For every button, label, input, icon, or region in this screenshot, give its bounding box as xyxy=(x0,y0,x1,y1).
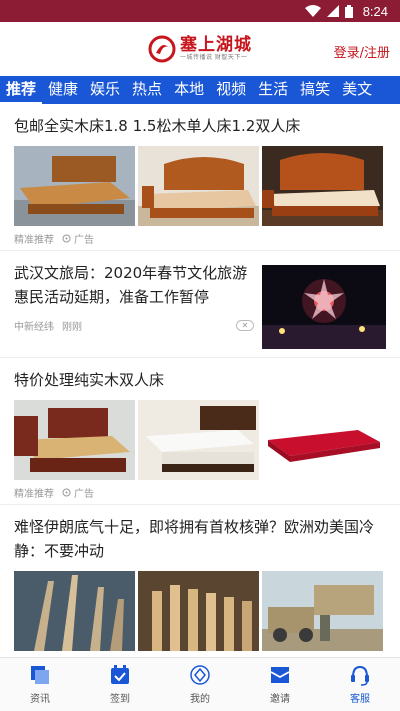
nav-invite[interactable]: 邀请 xyxy=(240,658,320,711)
battery-icon xyxy=(344,4,353,18)
login-register-link[interactable]: 登录/注册 xyxy=(334,42,390,61)
dismiss-icon[interactable]: ✕ xyxy=(236,319,254,331)
bed-thumbnail xyxy=(138,146,259,226)
feed-item-title: 包邮全实木床1.8 1.5松木单人床1.2双人床 xyxy=(14,117,301,135)
ad-icon xyxy=(62,234,71,242)
military-vehicle-thumbnail xyxy=(262,571,383,651)
ad-icon xyxy=(62,488,71,496)
bed-thumbnail xyxy=(14,146,135,226)
festival-thumbnail xyxy=(262,265,386,349)
app-logo: 塞上湖城 一城传播说 财智天下一 xyxy=(148,35,252,63)
category-tabs: 推荐 健康 娱乐 热点 本地 视频 生活 搞笑 美文 xyxy=(0,76,400,104)
missile-thumbnail xyxy=(14,571,135,651)
feed-item-source: 中新经纬 xyxy=(14,321,54,333)
tab-life[interactable]: 生活 xyxy=(252,76,294,104)
profile-icon xyxy=(190,665,210,685)
nav-checkin-label: 签到 xyxy=(110,694,130,705)
tab-essay[interactable]: 美文 xyxy=(336,76,378,104)
wifi-icon xyxy=(304,5,321,17)
tab-hot[interactable]: 热点 xyxy=(126,76,168,104)
app-header: 塞上湖城 一城传播说 财智天下一 登录/注册 xyxy=(0,22,400,76)
news-icon xyxy=(31,666,49,684)
feed-item-title: 武汉文旅局：2020年春节文化旅游惠民活动延期，准备工作暂停 xyxy=(14,264,248,306)
feed-item-source: 精准推荐 xyxy=(14,234,54,246)
calendar-check-icon xyxy=(111,665,129,684)
mattress-thumbnail xyxy=(138,400,259,480)
logo-title: 塞上湖城 xyxy=(180,35,252,55)
invite-icon xyxy=(270,667,290,683)
nav-profile[interactable]: 我的 xyxy=(160,658,240,711)
nav-news-label: 资讯 xyxy=(30,694,50,705)
mattress-thumbnail xyxy=(262,400,383,480)
feed-item-news-wuhan[interactable]: 武汉文旅局：2020年春节文化旅游惠民活动延期，准备工作暂停 中新经纬 刚刚 ✕ xyxy=(0,251,400,358)
feed-item-source: 精准推荐 xyxy=(14,488,54,500)
headset-icon xyxy=(351,665,369,686)
tab-entertainment[interactable]: 娱乐 xyxy=(84,76,126,104)
logo-mark-icon xyxy=(148,35,176,63)
status-time: 8:24 xyxy=(362,3,388,19)
nav-checkin[interactable]: 签到 xyxy=(80,658,160,711)
feed-item-time: 刚刚 xyxy=(62,321,82,333)
nav-service[interactable]: 客服 xyxy=(320,658,400,711)
feed-item-ad-bed[interactable]: 包邮全实木床1.8 1.5松木单人床1.2双人床 精准推荐 广告 xyxy=(0,104,400,251)
bed-thumbnail xyxy=(14,400,135,480)
feed-item-news-iran[interactable]: 难怪伊朗底气十足，即将拥有首枚核弹？欧洲劝美国冷静：不要冲动 xyxy=(0,505,400,651)
tab-health[interactable]: 健康 xyxy=(42,76,84,104)
tab-recommend[interactable]: 推荐 xyxy=(0,76,43,104)
bottom-nav: 资讯 签到 我的 邀请 客服 xyxy=(0,657,400,711)
nav-profile-label: 我的 xyxy=(190,694,210,705)
logo-slogan: 一城传播说 财智天下一 xyxy=(180,54,248,61)
bed-thumbnail xyxy=(262,146,383,226)
missile-hall-thumbnail xyxy=(138,571,259,651)
tab-local[interactable]: 本地 xyxy=(168,76,210,104)
news-feed: 包邮全实木床1.8 1.5松木单人床1.2双人床 精准推荐 广告 武汉文旅局：2… xyxy=(0,104,400,657)
status-bar: 8:24 xyxy=(0,0,400,22)
tab-video[interactable]: 视频 xyxy=(210,76,252,104)
feed-item-title: 特价处理纯实木双人床 xyxy=(14,371,165,389)
ad-label: 广告 xyxy=(74,234,94,246)
ad-label: 广告 xyxy=(74,488,94,500)
nav-invite-label: 邀请 xyxy=(270,694,290,705)
nav-news[interactable]: 资讯 xyxy=(0,658,80,711)
nav-service-label: 客服 xyxy=(350,694,370,705)
tab-funny[interactable]: 搞笑 xyxy=(294,76,336,104)
feed-item-title: 难怪伊朗底气十足，即将拥有首枚核弹？欧洲劝美国冷静：不要冲动 xyxy=(14,518,375,560)
feed-item-ad-bed-sale[interactable]: 特价处理纯实木双人床 精准推荐 广告 xyxy=(0,358,400,505)
cell-signal-icon xyxy=(326,5,339,17)
